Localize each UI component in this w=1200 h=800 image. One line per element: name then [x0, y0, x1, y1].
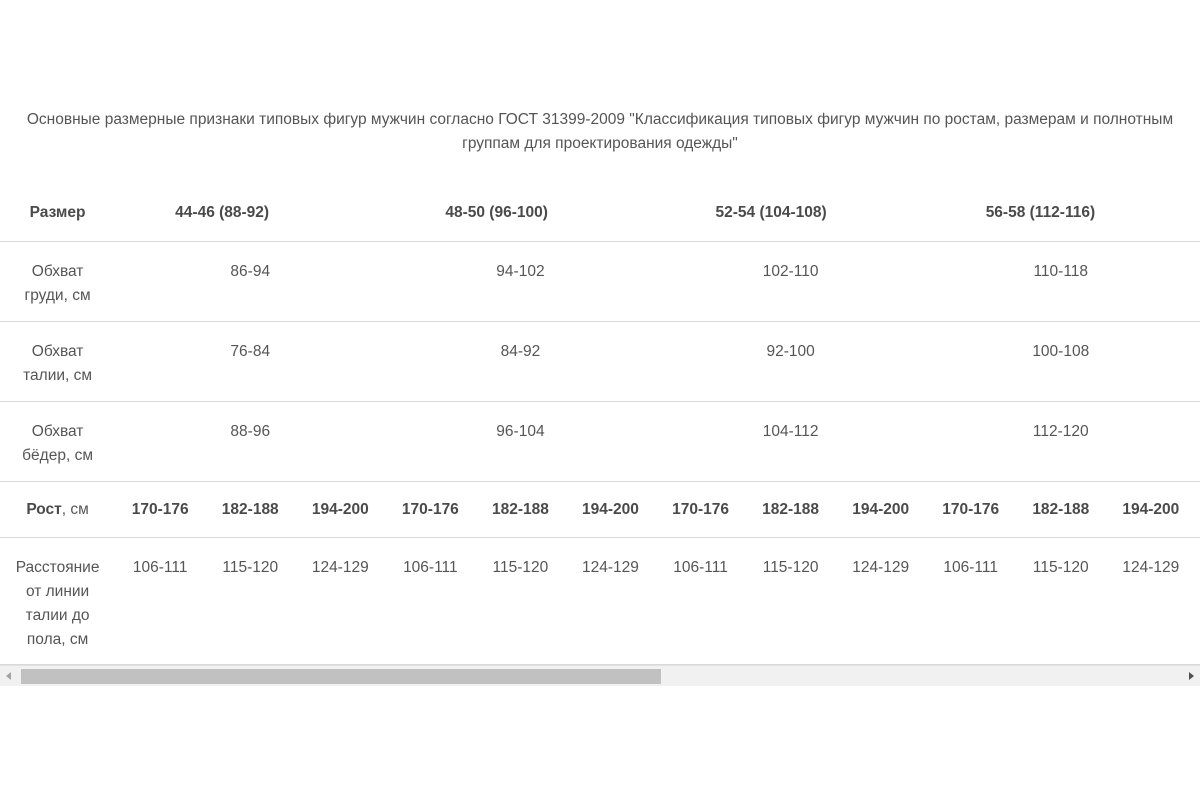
measurement-label: Обхват бёдер, см	[0, 401, 116, 482]
horizontal-scrollbar[interactable]	[0, 665, 1200, 686]
measurement-value: 94-102	[385, 241, 656, 322]
distance-cell: 106-111	[385, 537, 476, 665]
height-cell: 170-176	[385, 481, 476, 538]
height-cell: 194-200	[295, 481, 386, 538]
distance-row: Расстояние от линии талии до пола, см 10…	[0, 537, 1200, 665]
measurement-value: 86-94	[115, 241, 386, 322]
height-cell: 182-188	[205, 481, 296, 538]
arrow-right-icon	[1189, 672, 1194, 680]
measurement-value: 112-120	[925, 401, 1196, 482]
height-cell: 170-176	[925, 481, 1016, 538]
size-group-cell: 56-58 (112-116)	[925, 186, 1196, 242]
scroll-right-button[interactable]	[1183, 666, 1200, 686]
distance-label: Расстояние от линии талии до пола, см	[0, 537, 116, 665]
size-group-cell: 48-50 (96-100)	[385, 186, 656, 242]
measurement-value	[1195, 321, 1200, 402]
measurement-label: Обхват груди, см	[0, 241, 116, 322]
table-caption: Основные размерные признаки типовых фигу…	[0, 108, 1200, 156]
scrollbar-thumb[interactable]	[21, 669, 661, 684]
size-group-cell: 44-46 (88-92)	[115, 186, 386, 242]
distance-cell: 115-120	[205, 537, 296, 665]
distance-cell: 124-129	[1105, 537, 1196, 665]
measurement-row-waist: Обхват талии, см 76-84 84-92 92-100 100-…	[0, 321, 1200, 402]
height-label: Рост, см	[0, 481, 116, 538]
measurement-value: 104-112	[655, 401, 926, 482]
measurement-value: 96-104	[385, 401, 656, 482]
distance-cell: 106-111	[655, 537, 746, 665]
size-group-cell: 52-54 (104-108)	[655, 186, 926, 242]
distance-cell: 106-111	[925, 537, 1016, 665]
height-cell: 194-200	[1105, 481, 1196, 538]
measurement-label: Обхват талии, см	[0, 321, 116, 402]
measurement-value	[1195, 241, 1200, 322]
distance-cell: 124-129	[565, 537, 656, 665]
height-cell: 194-200	[835, 481, 926, 538]
arrow-left-icon	[6, 672, 11, 680]
distance-cell: 124-129	[835, 537, 926, 665]
height-cell: 182-188	[475, 481, 566, 538]
size-table: Размер 44-46 (88-92) 48-50 (96-100) 52-5…	[0, 186, 1200, 665]
measurement-value: 84-92	[385, 321, 656, 402]
measurement-value: 102-110	[655, 241, 926, 322]
caption-line-1: Основные размерные признаки типовых фигу…	[26, 111, 1174, 128]
distance-cell: 106-111	[115, 537, 206, 665]
size-row: Размер 44-46 (88-92) 48-50 (96-100) 52-5…	[0, 186, 1200, 242]
height-row: Рост, см 170-176 182-188 194-200 170-176…	[0, 481, 1200, 538]
height-cell: 182-188	[745, 481, 836, 538]
measurement-value: 92-100	[655, 321, 926, 402]
size-label: Размер	[0, 186, 116, 242]
distance-cell: 115-120	[475, 537, 566, 665]
distance-cell: 124-129	[295, 537, 386, 665]
measurement-value: 88-96	[115, 401, 386, 482]
height-cell: 182-188	[1015, 481, 1106, 538]
distance-cell: 115-120	[745, 537, 836, 665]
height-cell: 170-176	[115, 481, 206, 538]
scroll-left-button[interactable]	[0, 666, 17, 686]
measurement-value	[1195, 401, 1200, 482]
measurement-row-chest: Обхват груди, см 86-94 94-102 102-110 11…	[0, 241, 1200, 322]
measurement-value: 100-108	[925, 321, 1196, 402]
caption-line-2: группам для проектирования одежды"	[462, 135, 738, 152]
measurement-value: 110-118	[925, 241, 1196, 322]
distance-cell: 115-120	[1015, 537, 1106, 665]
height-cell: 170-176	[1195, 481, 1200, 538]
size-table-viewport[interactable]: Размер 44-46 (88-92) 48-50 (96-100) 52-5…	[0, 186, 1200, 666]
height-cell: 194-200	[565, 481, 656, 538]
measurement-value: 76-84	[115, 321, 386, 402]
measurement-row-hips: Обхват бёдер, см 88-96 96-104 104-112 11…	[0, 401, 1200, 482]
distance-cell: 106-111	[1195, 537, 1200, 665]
size-group-cell	[1195, 186, 1200, 242]
height-cell: 170-176	[655, 481, 746, 538]
